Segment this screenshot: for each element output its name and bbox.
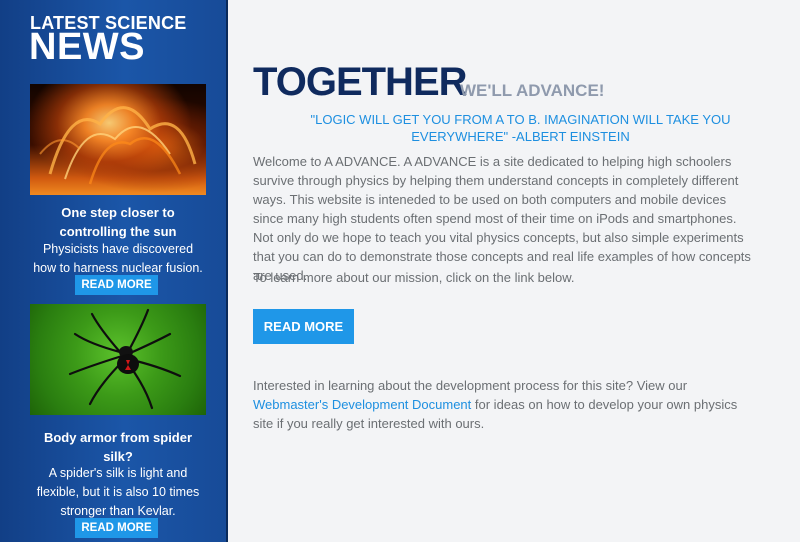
read-more-button-spider-silk[interactable]: READ MORE (75, 518, 158, 538)
einstein-quote: "LOGIC WILL GET YOU FROM A TO B. IMAGINA… (310, 112, 731, 144)
news-sidebar: LATEST SCIENCE NEWS One step closer to c… (0, 0, 228, 542)
page-title: TOGETHER (253, 60, 468, 104)
spider-graphic (68, 308, 182, 410)
intro-paragraph: Welcome to A ADVANCE. A ADVANCE is a sit… (253, 154, 751, 283)
development-text-before: Interested in learning about the develop… (253, 378, 688, 393)
development-paragraph: Interested in learning about the develop… (253, 376, 751, 433)
article-summary: Physicists have discovered how to harnes… (33, 242, 203, 275)
mission-paragraph: To learn more about our mission, click o… (253, 270, 575, 285)
article-summary: A spider's silk is light and flexible, b… (36, 466, 200, 518)
solar-flare-graphic (39, 106, 197, 185)
page-subtitle: WE'LL ADVANCE! (460, 81, 605, 100)
solar-flare-image[interactable] (30, 84, 206, 195)
development-document-link[interactable]: Webmaster's Development Document (253, 397, 471, 412)
article-title[interactable]: Body armor from spider silk? (30, 428, 206, 466)
spider-image[interactable] (30, 304, 206, 415)
article-title[interactable]: One step closer to controlling the sun (30, 203, 206, 241)
read-more-button-fusion[interactable]: READ MORE (75, 275, 158, 295)
main-content: TOGETHER WE'LL ADVANCE! "LOGIC WILL GET … (228, 0, 800, 542)
sidebar-heading-large: NEWS (29, 26, 145, 68)
read-more-button-mission[interactable]: READ MORE (253, 309, 354, 344)
